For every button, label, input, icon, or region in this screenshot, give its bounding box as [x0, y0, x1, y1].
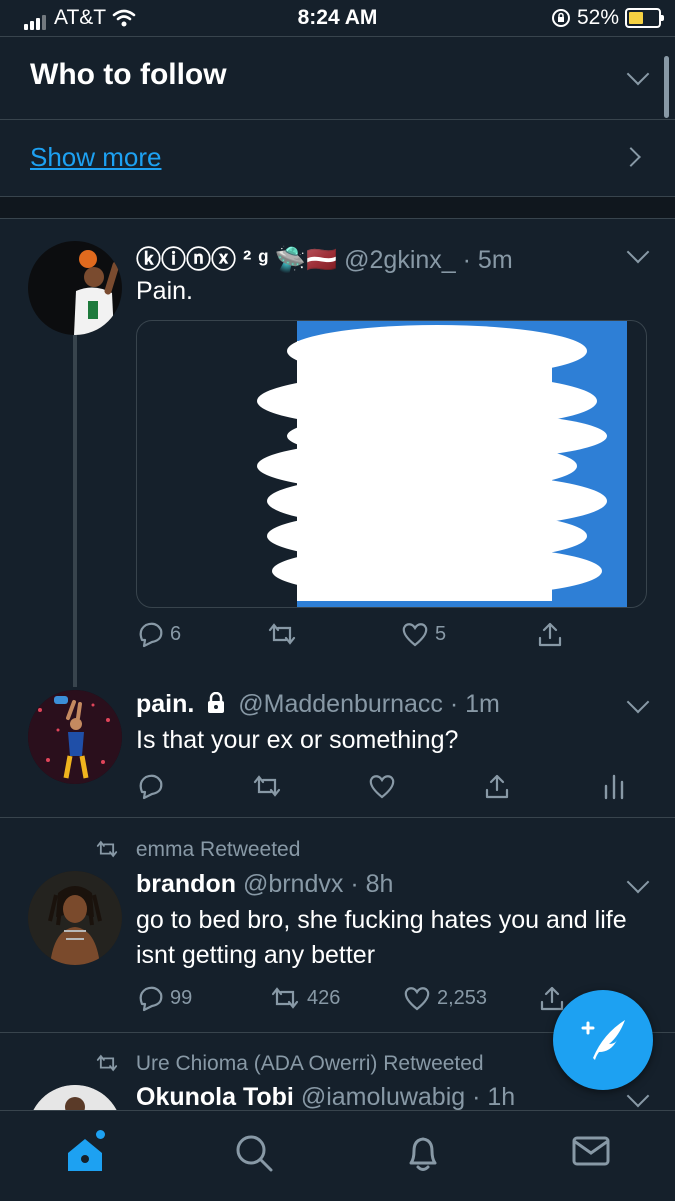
handle[interactable]: @iamoluwabig — [301, 1083, 465, 1111]
tab-notifications[interactable] — [403, 1133, 443, 1180]
tweet-actions: 99 426 2,253 — [136, 984, 576, 1012]
like-button[interactable] — [368, 773, 483, 799]
chevron-down-icon[interactable] — [626, 690, 650, 714]
heart-icon — [402, 623, 428, 647]
rotation-lock-icon — [551, 9, 570, 27]
display-name[interactable]: ⓚⓘⓝⓧ ² ᵍ 🛸🇱🇻 — [136, 246, 337, 274]
tweet-header: Okunola Tobi @iamoluwabig · 1h — [136, 1083, 515, 1112]
timestamp[interactable]: · 1m — [450, 690, 500, 718]
tab-home[interactable] — [64, 1133, 106, 1180]
lock-icon — [208, 691, 225, 713]
tweet-media-image[interactable] — [136, 320, 647, 608]
share-icon — [538, 622, 562, 647]
retweet-context: Ure Chioma (ADA Owerri) Retweeted — [94, 1052, 484, 1076]
heart-icon — [404, 987, 430, 1011]
bottom-tab-bar — [0, 1110, 675, 1201]
avatar[interactable] — [28, 690, 122, 784]
tweet-text: Is that your ex or something? — [136, 726, 459, 754]
compose-tweet-icon — [581, 1020, 625, 1060]
share-button[interactable] — [536, 620, 564, 648]
like-count: 2,253 — [437, 986, 488, 1009]
tweet-actions — [136, 772, 646, 800]
reply-count: 99 — [170, 986, 193, 1009]
battery-icon — [625, 8, 664, 28]
chevron-down-icon[interactable] — [626, 240, 650, 264]
retweet-icon — [271, 987, 299, 1009]
reply-button[interactable]: 6 — [136, 620, 266, 648]
tweet-text: go to bed bro, she fucking hates you and… — [136, 906, 627, 969]
reply-button[interactable] — [136, 772, 251, 800]
who-to-follow-title: Who to follow — [30, 58, 227, 91]
compose-tweet-button[interactable] — [553, 990, 653, 1090]
retweet-count: 426 — [307, 986, 341, 1009]
handle[interactable]: @brndvx — [243, 870, 343, 898]
share-button[interactable] — [483, 772, 603, 800]
chevron-down-icon[interactable] — [626, 62, 650, 86]
mail-icon — [572, 1136, 610, 1166]
heart-icon — [369, 775, 395, 799]
retweet-icon — [96, 840, 118, 858]
home-icon — [68, 1139, 102, 1171]
retweeted-by[interactable]: Ure Chioma (ADA Owerri) Retweeted — [136, 1052, 484, 1075]
tweet-header: pain. @Maddenburnacc · 1m — [136, 690, 500, 719]
retweet-icon — [96, 1054, 118, 1072]
analytics-button[interactable] — [603, 772, 625, 800]
avatar[interactable] — [28, 871, 122, 965]
display-name[interactable]: brandon — [136, 870, 236, 898]
chevron-right-icon[interactable] — [621, 147, 641, 167]
tweet-header: ⓚⓘⓝⓧ ² ᵍ 🛸🇱🇻 @2gkinx_ · 5m — [136, 240, 513, 276]
tweet-header: brandon @brndvx · 8h — [136, 870, 393, 899]
avatar[interactable] — [28, 241, 122, 335]
reply-icon — [139, 986, 163, 1012]
reply-button[interactable]: 99 — [136, 984, 269, 1012]
retweet-button[interactable]: 426 — [269, 985, 403, 1011]
chevron-down-icon[interactable] — [626, 870, 650, 894]
battery-percent: 52% — [576, 6, 619, 29]
retweet-icon — [268, 623, 296, 645]
search-icon — [236, 1135, 273, 1172]
tweet-actions: 6 5 — [136, 620, 576, 648]
section-gap — [0, 197, 675, 219]
retweeted-by[interactable]: emma Retweeted — [136, 838, 301, 861]
timestamp[interactable]: · 5m — [463, 246, 513, 274]
tab-messages[interactable] — [571, 1133, 611, 1174]
tweet-text: Pain. — [136, 277, 193, 305]
reply-icon — [139, 622, 163, 648]
timestamp[interactable]: · 1h — [472, 1083, 515, 1111]
status-bar: AT&T 8:24 AM 52% — [0, 0, 675, 36]
retweet-button[interactable] — [266, 621, 401, 647]
share-icon — [485, 774, 509, 799]
tab-search[interactable] — [234, 1133, 274, 1178]
like-button[interactable]: 2,253 — [403, 985, 538, 1011]
show-more-link[interactable]: Show more — [30, 142, 162, 173]
timestamp[interactable]: · 8h — [350, 870, 393, 898]
home-unread-indicator — [96, 1130, 105, 1139]
like-button[interactable]: 5 — [401, 621, 536, 647]
handle[interactable]: @Maddenburnacc — [238, 690, 443, 718]
display-name[interactable]: Okunola Tobi — [136, 1083, 294, 1111]
display-name[interactable]: pain. — [136, 690, 194, 718]
retweet-context: emma Retweeted — [94, 838, 300, 862]
reply-count: 6 — [170, 622, 182, 645]
like-count: 5 — [435, 622, 447, 645]
scrollbar[interactable] — [664, 56, 669, 118]
bell-icon — [409, 1137, 437, 1171]
thread-connector — [73, 335, 77, 687]
retweet-icon — [253, 775, 281, 797]
reply-icon — [139, 774, 163, 800]
retweet-button[interactable] — [251, 773, 368, 799]
handle[interactable]: @2gkinx_ — [344, 246, 456, 274]
analytics-icon — [604, 774, 624, 800]
